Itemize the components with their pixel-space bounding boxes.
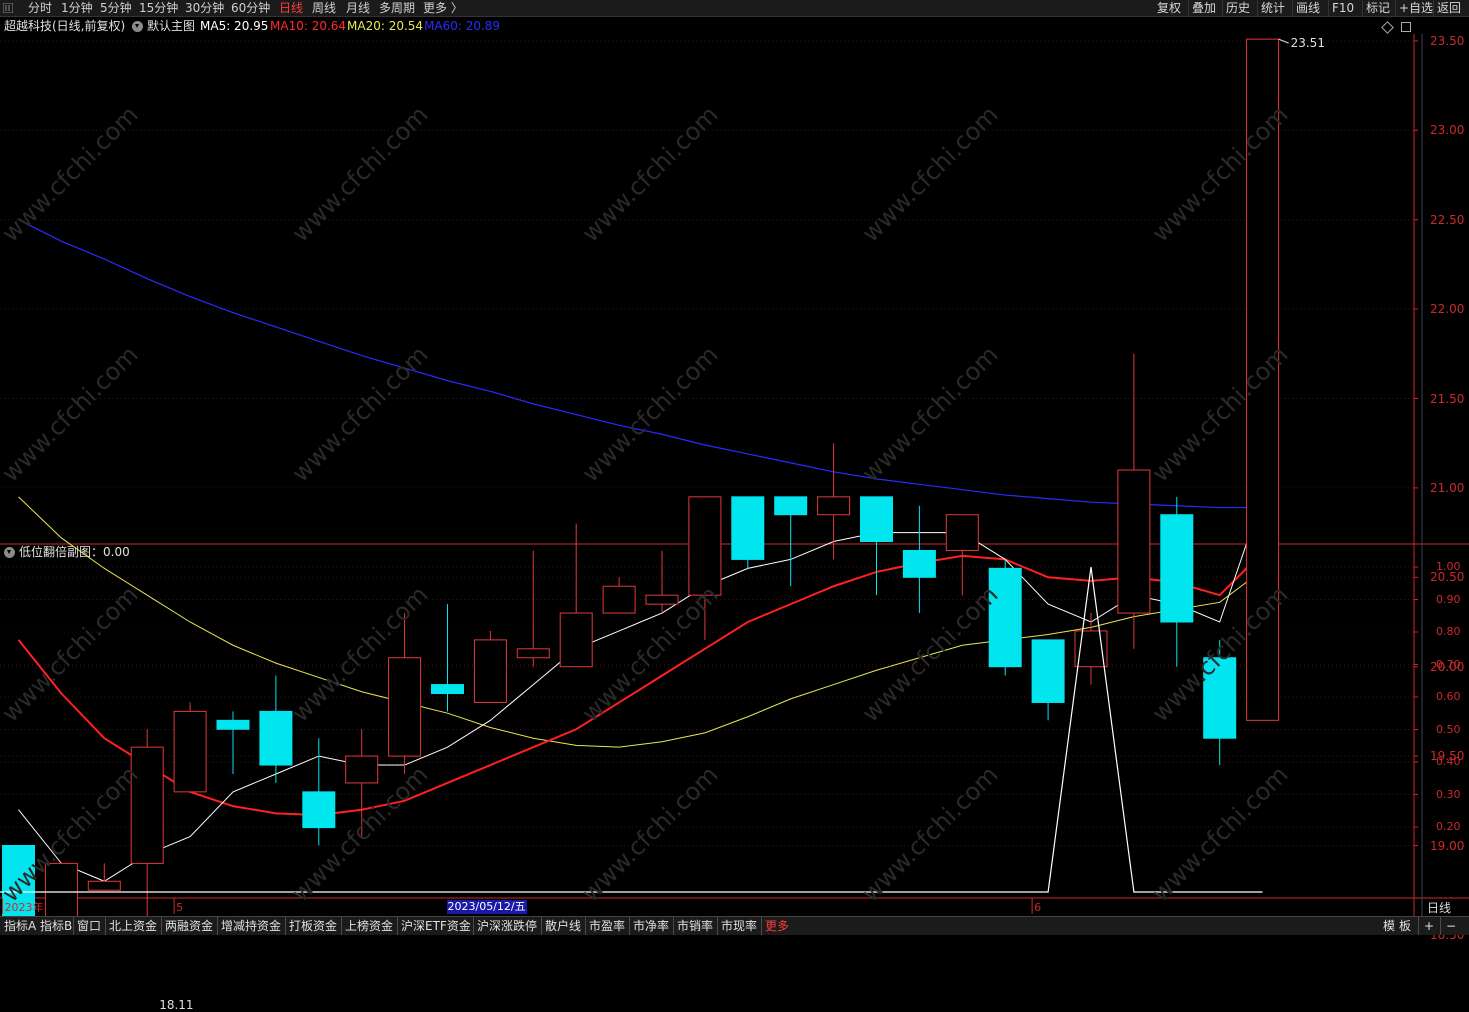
candle [559, 612, 593, 668]
candle [945, 514, 979, 551]
price-tick-label: 21.50 [1430, 391, 1465, 406]
date-tick-label: 6 [1034, 901, 1042, 914]
ma60-line [18, 219, 1263, 509]
price-tick-label: 21.00 [1430, 480, 1465, 495]
candle [1117, 469, 1151, 614]
value-tick-label: 0.30 [1436, 787, 1461, 801]
price-tick-label: 19.00 [1430, 838, 1465, 853]
value-tick-label: 0.70 [1436, 657, 1461, 671]
tab-window[interactable]: 窗口 [73, 917, 101, 935]
low-price-label: 18.11 [159, 997, 194, 1012]
candle [902, 549, 936, 578]
kline-chart[interactable] [0, 0, 1469, 934]
value-tick-label: 1.00 [1436, 560, 1461, 573]
tab-etf-funds[interactable]: 沪深ETF资金 [397, 917, 471, 935]
right-period-label: 日线 [1427, 901, 1452, 915]
candle [173, 710, 207, 793]
candle [731, 496, 765, 560]
price-tick-label: 23.00 [1430, 123, 1465, 138]
candle [302, 791, 336, 829]
tab-pcf[interactable]: 市现率 [717, 917, 757, 935]
zoom-out-button[interactable]: − [1440, 917, 1456, 935]
crosshair-date-label: 2023/05/12/五 [446, 900, 527, 914]
tab-ps[interactable]: 市销率 [673, 917, 713, 935]
candle [473, 639, 507, 703]
tab-more[interactable]: 更多 [761, 917, 789, 935]
zoom-in-button[interactable]: + [1418, 917, 1434, 935]
candle [602, 585, 636, 614]
date-tick-label: 2023年 [4, 901, 44, 914]
candle [1031, 639, 1065, 703]
tab-holding-change[interactable]: 增减持资金 [217, 917, 281, 935]
candle [216, 719, 250, 730]
candle [516, 648, 550, 659]
high-price-label: 23.51 [1290, 36, 1325, 51]
tab-margin[interactable]: 两融资金 [161, 917, 213, 935]
candle [988, 567, 1022, 668]
candle [1160, 514, 1194, 623]
price-tick-label: 22.50 [1430, 212, 1465, 227]
template-button-mo[interactable]: 模 [1383, 917, 1395, 935]
tab-limitup-funds[interactable]: 打板资金 [285, 917, 337, 935]
tab-retail-line[interactable]: 散户线 [541, 917, 581, 935]
tab-indicator-b[interactable]: 指标B [40, 917, 72, 935]
value-tick-label: 0.40 [1436, 755, 1461, 768]
candle [1246, 38, 1280, 721]
value-tick-label: 0.90 [1436, 592, 1461, 606]
tab-pe[interactable]: 市盈率 [585, 917, 625, 935]
template-button-ban[interactable]: 板 [1399, 917, 1411, 935]
candle [645, 594, 679, 605]
candle [774, 496, 808, 516]
candle [817, 496, 851, 516]
price-tick-label: 20.50 [1430, 570, 1465, 585]
candle [1203, 657, 1237, 739]
tab-pb[interactable]: 市净率 [629, 917, 669, 935]
candle [388, 657, 422, 757]
candle [688, 496, 722, 596]
tab-northbound[interactable]: 北上资金 [105, 917, 157, 935]
tab-limit-stats[interactable]: 沪深涨跌停 [473, 917, 537, 935]
candle [431, 684, 464, 695]
candle [345, 755, 379, 784]
value-tick-label: 0.50 [1436, 722, 1461, 736]
candle [259, 710, 293, 766]
price-tick-label: 22.00 [1430, 302, 1465, 317]
value-tick-label: 0.80 [1436, 625, 1461, 638]
value-tick-label: 0.20 [1436, 820, 1461, 833]
candle [87, 880, 121, 891]
indicator-tab-bar: 指标A 指标B 窗口 北上资金 两融资金 增减持资金 打板资金 上榜资金 沪深E… [0, 916, 1469, 935]
candle [860, 496, 893, 543]
candle [130, 746, 164, 864]
price-tick-label: 23.50 [1430, 33, 1465, 48]
value-tick-label: 0.60 [1436, 690, 1461, 703]
tab-dragon-funds[interactable]: 上榜资金 [341, 917, 393, 935]
date-tick-label: 5 [176, 901, 184, 914]
tab-indicator-a[interactable]: 指标A [4, 917, 36, 935]
